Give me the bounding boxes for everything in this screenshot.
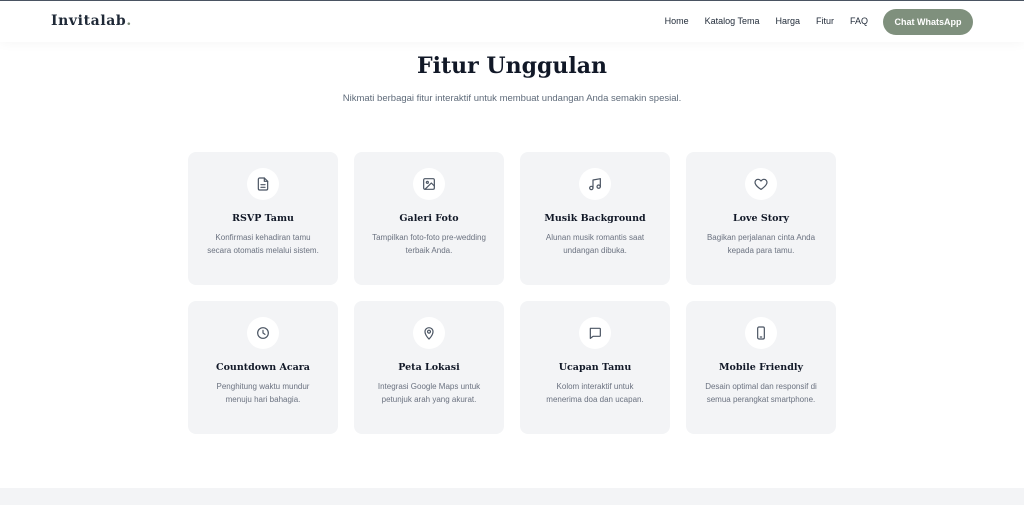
nav-link-fitur[interactable]: Fitur [816,16,834,26]
message-icon [579,317,611,349]
feature-title: Peta Lokasi [398,362,460,373]
brand-name: Invitalab [51,13,127,29]
feature-card-ucapan: Ucapan Tamu Kolom interaktif untuk mener… [520,301,670,434]
feature-card-galeri: Galeri Foto Tampilkan foto-foto pre-wedd… [354,152,504,285]
smartphone-icon [745,317,777,349]
feature-card-musik: Musik Background Alunan musik romantis s… [520,152,670,285]
feature-description: Integrasi Google Maps untuk petunjuk ara… [377,382,481,404]
feature-description: Alunan musik romantis saat undangan dibu… [545,233,645,255]
music-icon [579,168,611,200]
clock-icon [247,317,279,349]
feature-title: Love Story [733,213,789,224]
feature-card-rsvp: RSVP Tamu Konfirmasi kehadiran tamu seca… [188,152,338,285]
next-section-band [0,488,1024,505]
feature-description: Kolom interaktif untuk menerima doa dan … [546,382,644,404]
section-title: Fitur Unggulan [417,53,607,79]
nav-links: Home Katalog Tema Harga Fitur FAQ [665,16,868,26]
nav-link-home[interactable]: Home [665,16,689,26]
section-subtitle: Nikmati berbagai fitur interaktif untuk … [342,93,682,104]
feature-description: Konfirmasi kehadiran tamu secara otomati… [207,233,319,255]
feature-title: Galeri Foto [399,213,459,224]
feature-description: Tampilkan foto-foto pre-wedding terbaik … [372,233,486,255]
map-pin-icon [413,317,445,349]
navbar: Invitalab. Home Katalog Tema Harga Fitur… [0,1,1024,42]
nav-link-harga[interactable]: Harga [775,16,800,26]
feature-description: Bagikan perjalanan cinta Anda kepada par… [706,233,816,255]
heart-icon [745,168,777,200]
feature-description: Penghitung waktu mundur menuju hari baha… [216,382,310,404]
feature-card-peta: Peta Lokasi Integrasi Google Maps untuk … [354,301,504,434]
feature-title: Musik Background [544,213,646,224]
document-icon [247,168,279,200]
feature-card-love-story: Love Story Bagikan perjalanan cinta Anda… [686,152,836,285]
feature-description: Desain optimal dan responsif di semua pe… [705,382,817,404]
feature-card-mobile: Mobile Friendly Desain optimal dan respo… [686,301,836,434]
nav-link-faq[interactable]: FAQ [850,16,868,26]
feature-title: RSVP Tamu [232,213,294,224]
nav-link-katalog-tema[interactable]: Katalog Tema [705,16,760,26]
feature-title: Mobile Friendly [719,362,803,373]
feature-title: Ucapan Tamu [558,362,632,373]
brand-logo[interactable]: Invitalab. [51,13,132,29]
brand-dot: . [126,13,132,29]
image-icon [413,168,445,200]
feature-card-countdown: Countdown Acara Penghitung waktu mundur … [188,301,338,434]
chat-whatsapp-button[interactable]: Chat WhatsApp [883,9,973,35]
feature-title: Countdown Acara [216,362,310,373]
